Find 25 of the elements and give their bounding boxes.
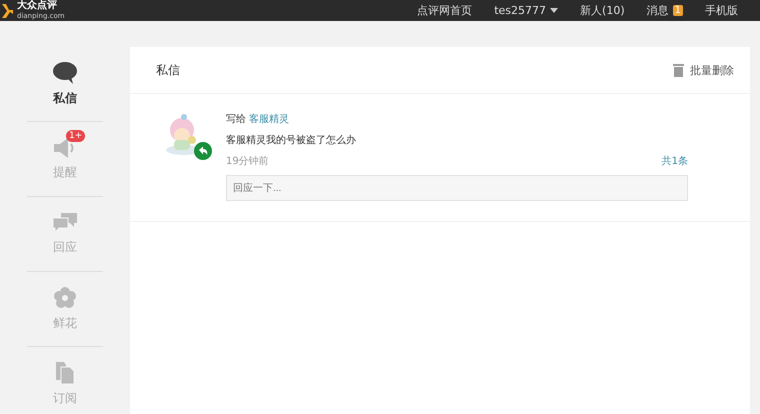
speaker-icon (54, 138, 76, 158)
logo-icon (0, 2, 14, 20)
documents-icon (56, 362, 74, 384)
count-badge: 1 (672, 5, 683, 16)
nav-link[interactable]: 手机版 (705, 3, 738, 18)
sidebar-tab[interactable]: 1+ 提醒 (27, 122, 103, 197)
nav-link[interactable]: tes25777 (494, 4, 558, 17)
reply-icon (194, 142, 212, 160)
nav-link[interactable]: 新人(10) (580, 3, 625, 18)
sidebar-tab[interactable]: 私信 (27, 47, 103, 122)
notification-badge: 1+ (66, 130, 86, 142)
nav-link[interactable]: 消息 1 (646, 3, 683, 18)
speech-bubble-icon (53, 62, 77, 84)
recipient-link[interactable]: 客服精灵 (249, 114, 290, 125)
nav-link[interactable]: 点评网首页 (417, 3, 472, 18)
reply-field[interactable]: 回应一下... (226, 175, 688, 201)
timestamp: 19分钟前 (226, 154, 269, 168)
bulk-delete-button[interactable]: 批量删除 (673, 62, 734, 78)
panel-title: 私信 (156, 62, 180, 78)
reply-count-link[interactable]: 共1条 (662, 154, 688, 168)
trash-icon (673, 63, 684, 77)
flower-icon (54, 286, 76, 308)
message-text: 客服精灵我的号被盗了怎么办 (226, 134, 357, 147)
recipient-line: 写给 客服精灵 (226, 112, 290, 126)
speech-bubbles-icon (53, 212, 77, 232)
